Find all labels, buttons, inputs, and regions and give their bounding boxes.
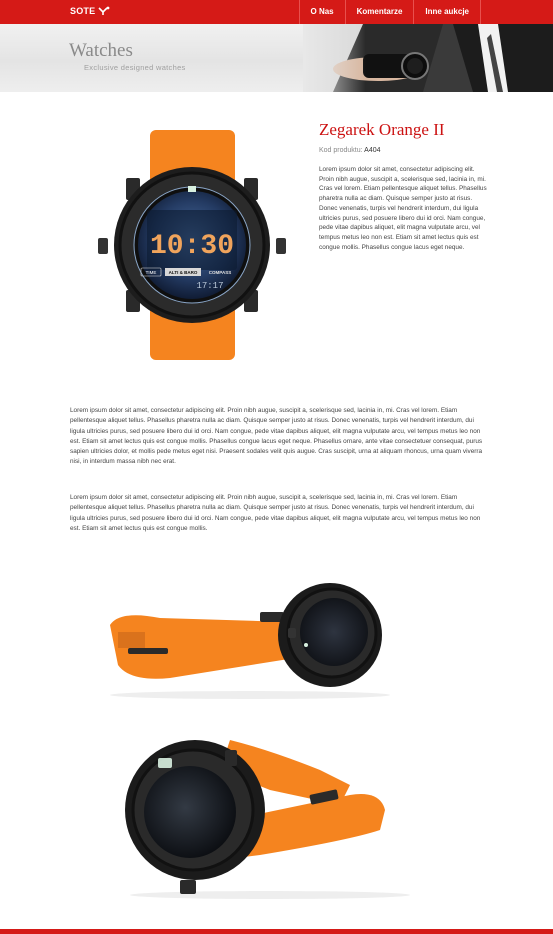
gallery-watch-image-2[interactable] [120, 730, 420, 900]
logo-arrows-icon [98, 6, 110, 15]
watch-seconds-display: 17:17 [196, 281, 223, 291]
nav-item-komentarze[interactable]: Komentarze [344, 0, 414, 24]
site-logo[interactable]: SOTE [70, 6, 110, 16]
main-nav: O Nas Komentarze Inne aukcje [298, 0, 481, 24]
nav-item-inne-aukcje[interactable]: Inne aukcje [413, 0, 481, 24]
watch-time-label: TIME [146, 270, 157, 275]
watch-mode-alti-baro: ALTI & BARO [169, 270, 198, 275]
content-paragraph-1: Lorem ipsum dolor sit amet, consectetur … [70, 407, 483, 466]
hero-banner: Watches Exclusive designed watches [0, 24, 553, 92]
hero-subtitle: Exclusive designed watches [84, 63, 186, 72]
product-description: Lorem ipsum dolor sit amet, consectetur … [319, 166, 487, 251]
logo-text: SOTE [70, 6, 96, 16]
nav-item-o-nas[interactable]: O Nas [298, 0, 345, 24]
gallery-watch-image-1[interactable] [100, 570, 390, 700]
product-code-label: Kod produktu: [319, 147, 363, 154]
product-code: Kod produktu: A404 [319, 147, 381, 154]
content-paragraph-2: Lorem ipsum dolor sit amet, consectetur … [70, 494, 481, 532]
hero-title: Watches [69, 40, 133, 61]
product-code-value: A404 [364, 147, 381, 154]
product-title: Zegarek Orange II [319, 120, 445, 139]
hero-wrist-watch-image [303, 24, 553, 92]
top-bar: SOTE O Nas Komentarze Inne aukcje [0, 0, 553, 25]
product-watch-image[interactable]: 10:30 TIME ALTI & BARO COMPASS 17:17 [92, 130, 292, 360]
watch-mode-compass: COMPASS [209, 270, 231, 275]
watch-time-display: 10:30 [150, 231, 234, 262]
bottom-bar [0, 929, 553, 934]
